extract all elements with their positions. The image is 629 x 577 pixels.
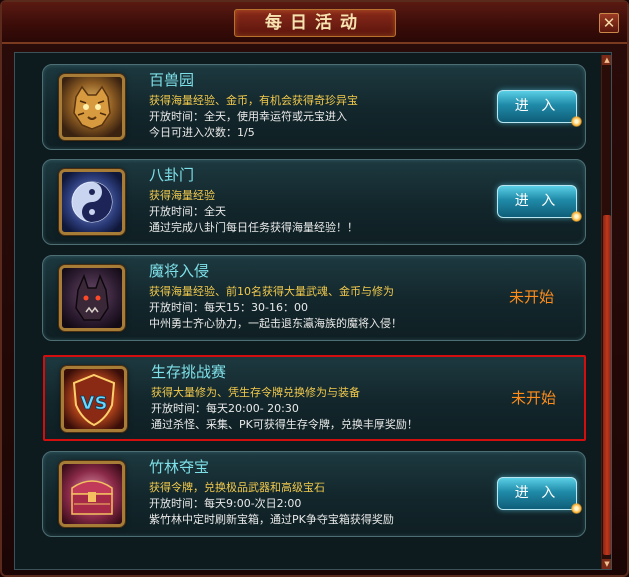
activity-name: 生存挑战赛: [151, 363, 227, 381]
sparkle-icon: [571, 503, 582, 514]
sparkle-icon: [571, 211, 582, 222]
scroll-thumb[interactable]: [603, 215, 611, 555]
enter-button-label: 进 入: [514, 98, 560, 114]
activity-open-time: 开放时间：每天20:00- 20:30: [151, 402, 299, 415]
sparkle-icon: [571, 116, 582, 127]
enter-button[interactable]: 进 入: [497, 185, 582, 222]
svg-text:VS: VS: [81, 393, 108, 414]
scroll-up-icon[interactable]: ▲: [602, 55, 611, 65]
activity-open-time: 开放时间：全天: [149, 205, 226, 218]
vs-shield-icon: VS: [61, 366, 127, 432]
activity-note: 中州勇士齐心协力，一起击退东瀛海族的魔将入侵！: [149, 317, 402, 330]
activity-reward: 获得大量修为、凭生存令牌兑换修为与装备: [151, 386, 360, 399]
activity-name: 魔将入侵: [149, 262, 210, 280]
enter-button[interactable]: 进 入: [497, 90, 582, 127]
enter-button-label: 进 入: [514, 193, 560, 209]
activity-row-survival-challenge: VS 生存挑战赛 获得大量修为、凭生存令牌兑换修为与装备 开放时间：每天20:0…: [43, 355, 586, 441]
enter-button[interactable]: 进 入: [497, 477, 582, 514]
activity-row-bamboo-treasure: 竹林夺宝 获得令牌，兑换极品武器和高级宝石 开放时间：每天9:00-次日2:00…: [42, 451, 586, 537]
activity-row-beast-garden: 百兽园 获得海量经验、金币，有机会获得奇珍异宝 开放时间：全天，使用幸运符或元宝…: [42, 64, 586, 150]
activity-reward: 获得海量经验: [149, 189, 215, 202]
activity-open-time: 开放时间：每天15：30-16：00: [149, 301, 308, 314]
window-title: 每日活动: [234, 9, 396, 37]
activity-open-time: 开放时间：每天9:00-次日2:00: [149, 497, 302, 510]
scroll-down-icon[interactable]: ▼: [602, 559, 611, 569]
activity-open-time: 开放时间：全天，使用幸运符或元宝进入: [149, 110, 347, 123]
activity-note: 通过完成八卦门每日任务获得海量经验！！: [149, 221, 358, 234]
close-button[interactable]: ✕: [599, 13, 619, 33]
activity-name: 竹林夺宝: [149, 458, 210, 476]
activity-note: 通过杀怪、采集、PK可获得生存令牌，兑换丰厚奖励！: [151, 418, 418, 431]
treasure-chest-icon: [59, 461, 125, 527]
activity-list: 百兽园 获得海量经验、金币，有机会获得奇珍异宝 开放时间：全天，使用幸运符或元宝…: [14, 52, 612, 570]
vertical-scrollbar[interactable]: ▲ ▼: [601, 55, 611, 569]
yin-yang-icon: [59, 169, 125, 235]
activity-name: 百兽园: [149, 71, 195, 89]
activity-name: 八卦门: [149, 166, 195, 184]
tiger-icon: [59, 74, 125, 140]
status-not-started: 未开始: [511, 389, 557, 407]
enter-button-label: 进 入: [514, 485, 560, 501]
activity-reward: 获得海量经验、金币，有机会获得奇珍异宝: [149, 94, 358, 107]
activity-reward: 获得海量经验、前10名获得大量武魂、金币与修为: [149, 285, 394, 298]
title-bar: 每日活动 ✕: [2, 2, 627, 44]
activity-reward: 获得令牌，兑换极品武器和高级宝石: [149, 481, 325, 494]
daily-activities-window: 每日活动 ✕ 百兽园 获得海量经验、金币，有机会获得奇珍异宝 开放时间：全天，使…: [0, 0, 629, 577]
activity-row-demon-invasion: 魔将入侵 获得海量经验、前10名获得大量武魂、金币与修为 开放时间：每天15：3…: [42, 255, 586, 341]
activity-row-bagua-gate: 八卦门 获得海量经验 开放时间：全天 通过完成八卦门每日任务获得海量经验！！ 进…: [42, 159, 586, 245]
status-not-started: 未开始: [509, 288, 555, 306]
activity-note: 紫竹林中定时刷新宝箱，通过PK争夺宝箱获得奖励: [149, 513, 394, 526]
activity-entry-count: 今日可进入次数：1/5: [149, 126, 255, 139]
demon-beast-icon: [59, 265, 125, 331]
